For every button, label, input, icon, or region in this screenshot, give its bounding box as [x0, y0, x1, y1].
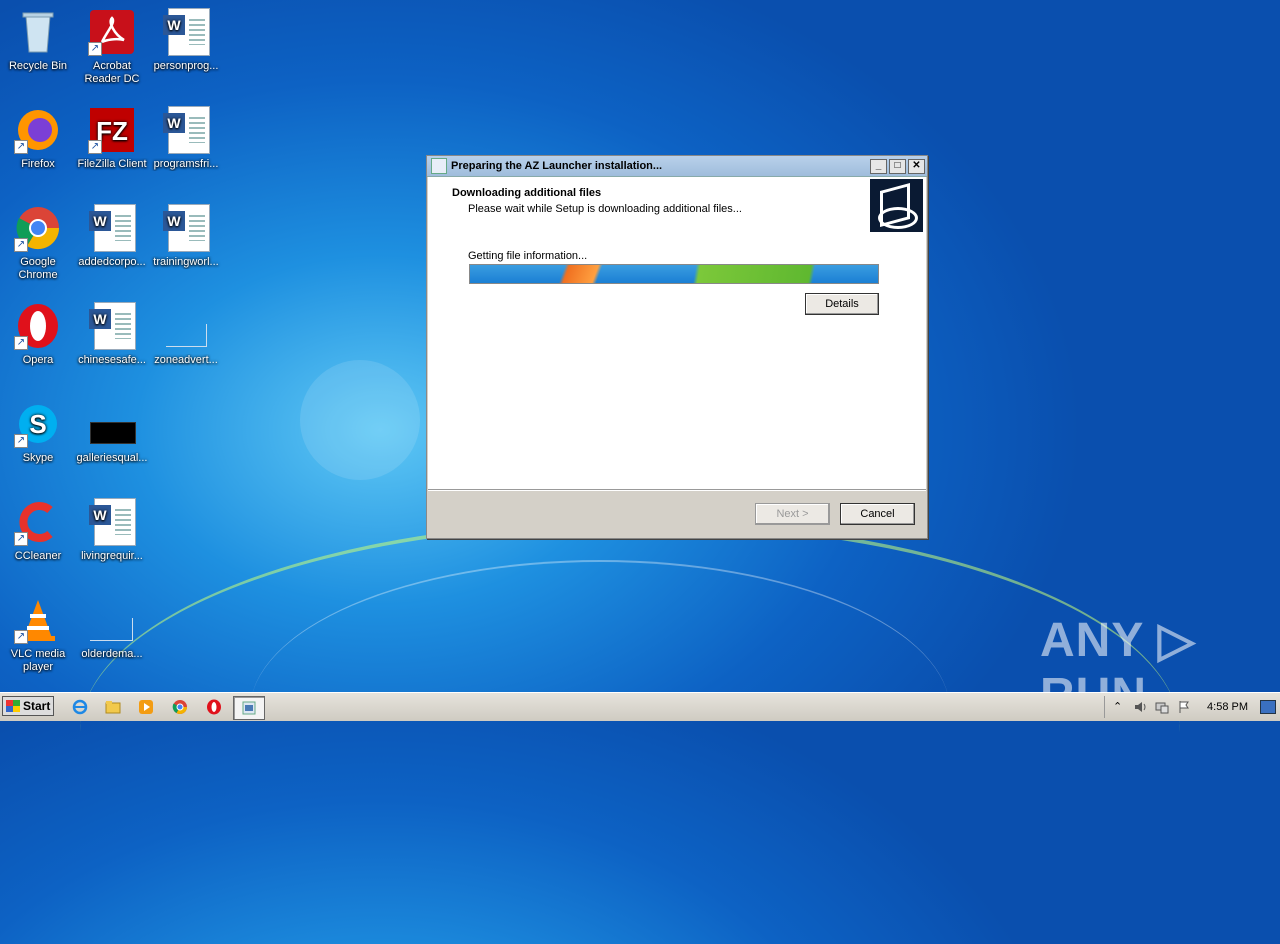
opera-icon: ↗ [14, 302, 62, 350]
svg-text:S: S [29, 409, 46, 439]
show-desktop-button[interactable] [1260, 700, 1276, 714]
taskbar: Start ⌃ 4:58 PM [0, 692, 1280, 721]
desktop-icon-recycle-bin[interactable]: Recycle Bin [0, 8, 76, 73]
file-explorer-icon[interactable] [105, 699, 121, 715]
volume-icon[interactable] [1133, 700, 1147, 714]
skype-icon: S ↗ [14, 400, 62, 448]
maximize-button[interactable]: □ [889, 158, 906, 174]
word-document-icon [162, 204, 210, 252]
details-button[interactable]: Details [805, 293, 879, 315]
desktop-icon-filezilla[interactable]: FZ ↗ FileZilla Client [74, 106, 150, 171]
system-tray: ⌃ 4:58 PM [1104, 696, 1280, 718]
desktop-icon-trainingworl[interactable]: trainingworl... [148, 204, 224, 269]
ccleaner-icon: ↗ [14, 498, 62, 546]
desktop-icon-opera[interactable]: ↗ Opera [0, 302, 76, 367]
word-document-icon [162, 106, 210, 154]
start-label: Start [23, 699, 51, 713]
word-document-icon [88, 302, 136, 350]
shortcut-arrow-icon: ↗ [14, 140, 28, 154]
show-hidden-icons-button[interactable]: ⌃ [1113, 700, 1122, 713]
word-document-icon [88, 204, 136, 252]
cancel-button[interactable]: Cancel [840, 503, 915, 525]
desktop-icon-personprog[interactable]: personprog... [148, 8, 224, 73]
start-button[interactable]: Start [2, 696, 54, 716]
desktop-icon-programsfri[interactable]: programsfri... [148, 106, 224, 171]
setup-icon [431, 158, 447, 174]
installer-disk-icon [870, 179, 923, 232]
blank-file-icon [88, 596, 136, 644]
shortcut-arrow-icon: ↗ [14, 532, 28, 546]
clock[interactable]: 4:58 PM [1207, 701, 1248, 713]
recycle-bin-icon [14, 8, 62, 56]
shortcut-arrow-icon: ↗ [14, 238, 28, 252]
blank-file-icon [162, 302, 210, 350]
media-player-icon[interactable] [138, 699, 154, 715]
close-button[interactable]: ✕ [908, 158, 925, 174]
desktop-icon-addedcorpo[interactable]: addedcorpo... [74, 204, 150, 269]
shortcut-arrow-icon: ↗ [88, 140, 102, 154]
shortcut-arrow-icon: ↗ [14, 336, 28, 350]
desktop-icon-skype[interactable]: S ↗ Skype [0, 400, 76, 465]
shortcut-arrow-icon: ↗ [14, 434, 28, 448]
installer-window: Preparing the AZ Launcher installation..… [426, 155, 928, 539]
next-button[interactable]: Next > [755, 503, 830, 525]
status-text: Getting file information... [468, 250, 588, 262]
wallpaper-glow [300, 360, 420, 480]
desktop-icon-google-chrome[interactable]: ↗ Google Chrome [0, 204, 76, 282]
opera-taskbar-icon[interactable] [206, 699, 222, 715]
desktop-icon-acrobat-reader[interactable]: ↗ Acrobat Reader DC [74, 8, 150, 86]
action-center-flag-icon[interactable] [1177, 700, 1191, 714]
setup-icon [242, 701, 256, 715]
desktop-icon-olderdema[interactable]: olderdema... [74, 596, 150, 661]
desktop-icon-zoneadvert[interactable]: zoneadvert... [148, 302, 224, 367]
desktop-icon-chinesesafe[interactable]: chinesesafe... [74, 302, 150, 367]
chrome-taskbar-icon[interactable] [172, 699, 188, 715]
download-progress-bar [469, 264, 879, 284]
page-subtitle: Please wait while Setup is downloading a… [468, 203, 742, 215]
shortcut-arrow-icon: ↗ [88, 42, 102, 56]
word-document-icon [88, 498, 136, 546]
acrobat-icon: ↗ [88, 8, 136, 56]
filezilla-icon: FZ ↗ [88, 106, 136, 154]
desktop-icon-galleriesqual[interactable]: galleriesqual... [74, 400, 150, 465]
desktop-icon-livingrequir[interactable]: livingrequir... [74, 498, 150, 563]
desktop-icon-firefox[interactable]: ↗ Firefox [0, 106, 76, 171]
windows-logo-icon [6, 700, 20, 712]
firefox-icon: ↗ [14, 106, 62, 154]
word-document-icon [162, 8, 210, 56]
installer-content: Downloading additional files Please wait… [428, 177, 926, 489]
desktop-icon-ccleaner[interactable]: ↗ CCleaner [0, 498, 76, 563]
black-file-icon [88, 400, 136, 448]
taskbar-installer-button[interactable] [233, 696, 265, 720]
minimize-button[interactable]: _ [870, 158, 887, 174]
chrome-icon: ↗ [14, 204, 62, 252]
vlc-cone-icon: ↗ [14, 596, 62, 644]
internet-explorer-icon[interactable] [72, 699, 88, 715]
window-title: Preparing the AZ Launcher installation..… [451, 160, 663, 172]
shortcut-arrow-icon: ↗ [14, 630, 28, 644]
desktop-icon-vlc[interactable]: ↗ VLC media player [0, 596, 76, 674]
window-titlebar[interactable]: Preparing the AZ Launcher installation..… [427, 156, 927, 177]
network-icon[interactable] [1155, 700, 1169, 714]
page-title: Downloading additional files [452, 187, 602, 199]
button-separator [428, 489, 926, 491]
